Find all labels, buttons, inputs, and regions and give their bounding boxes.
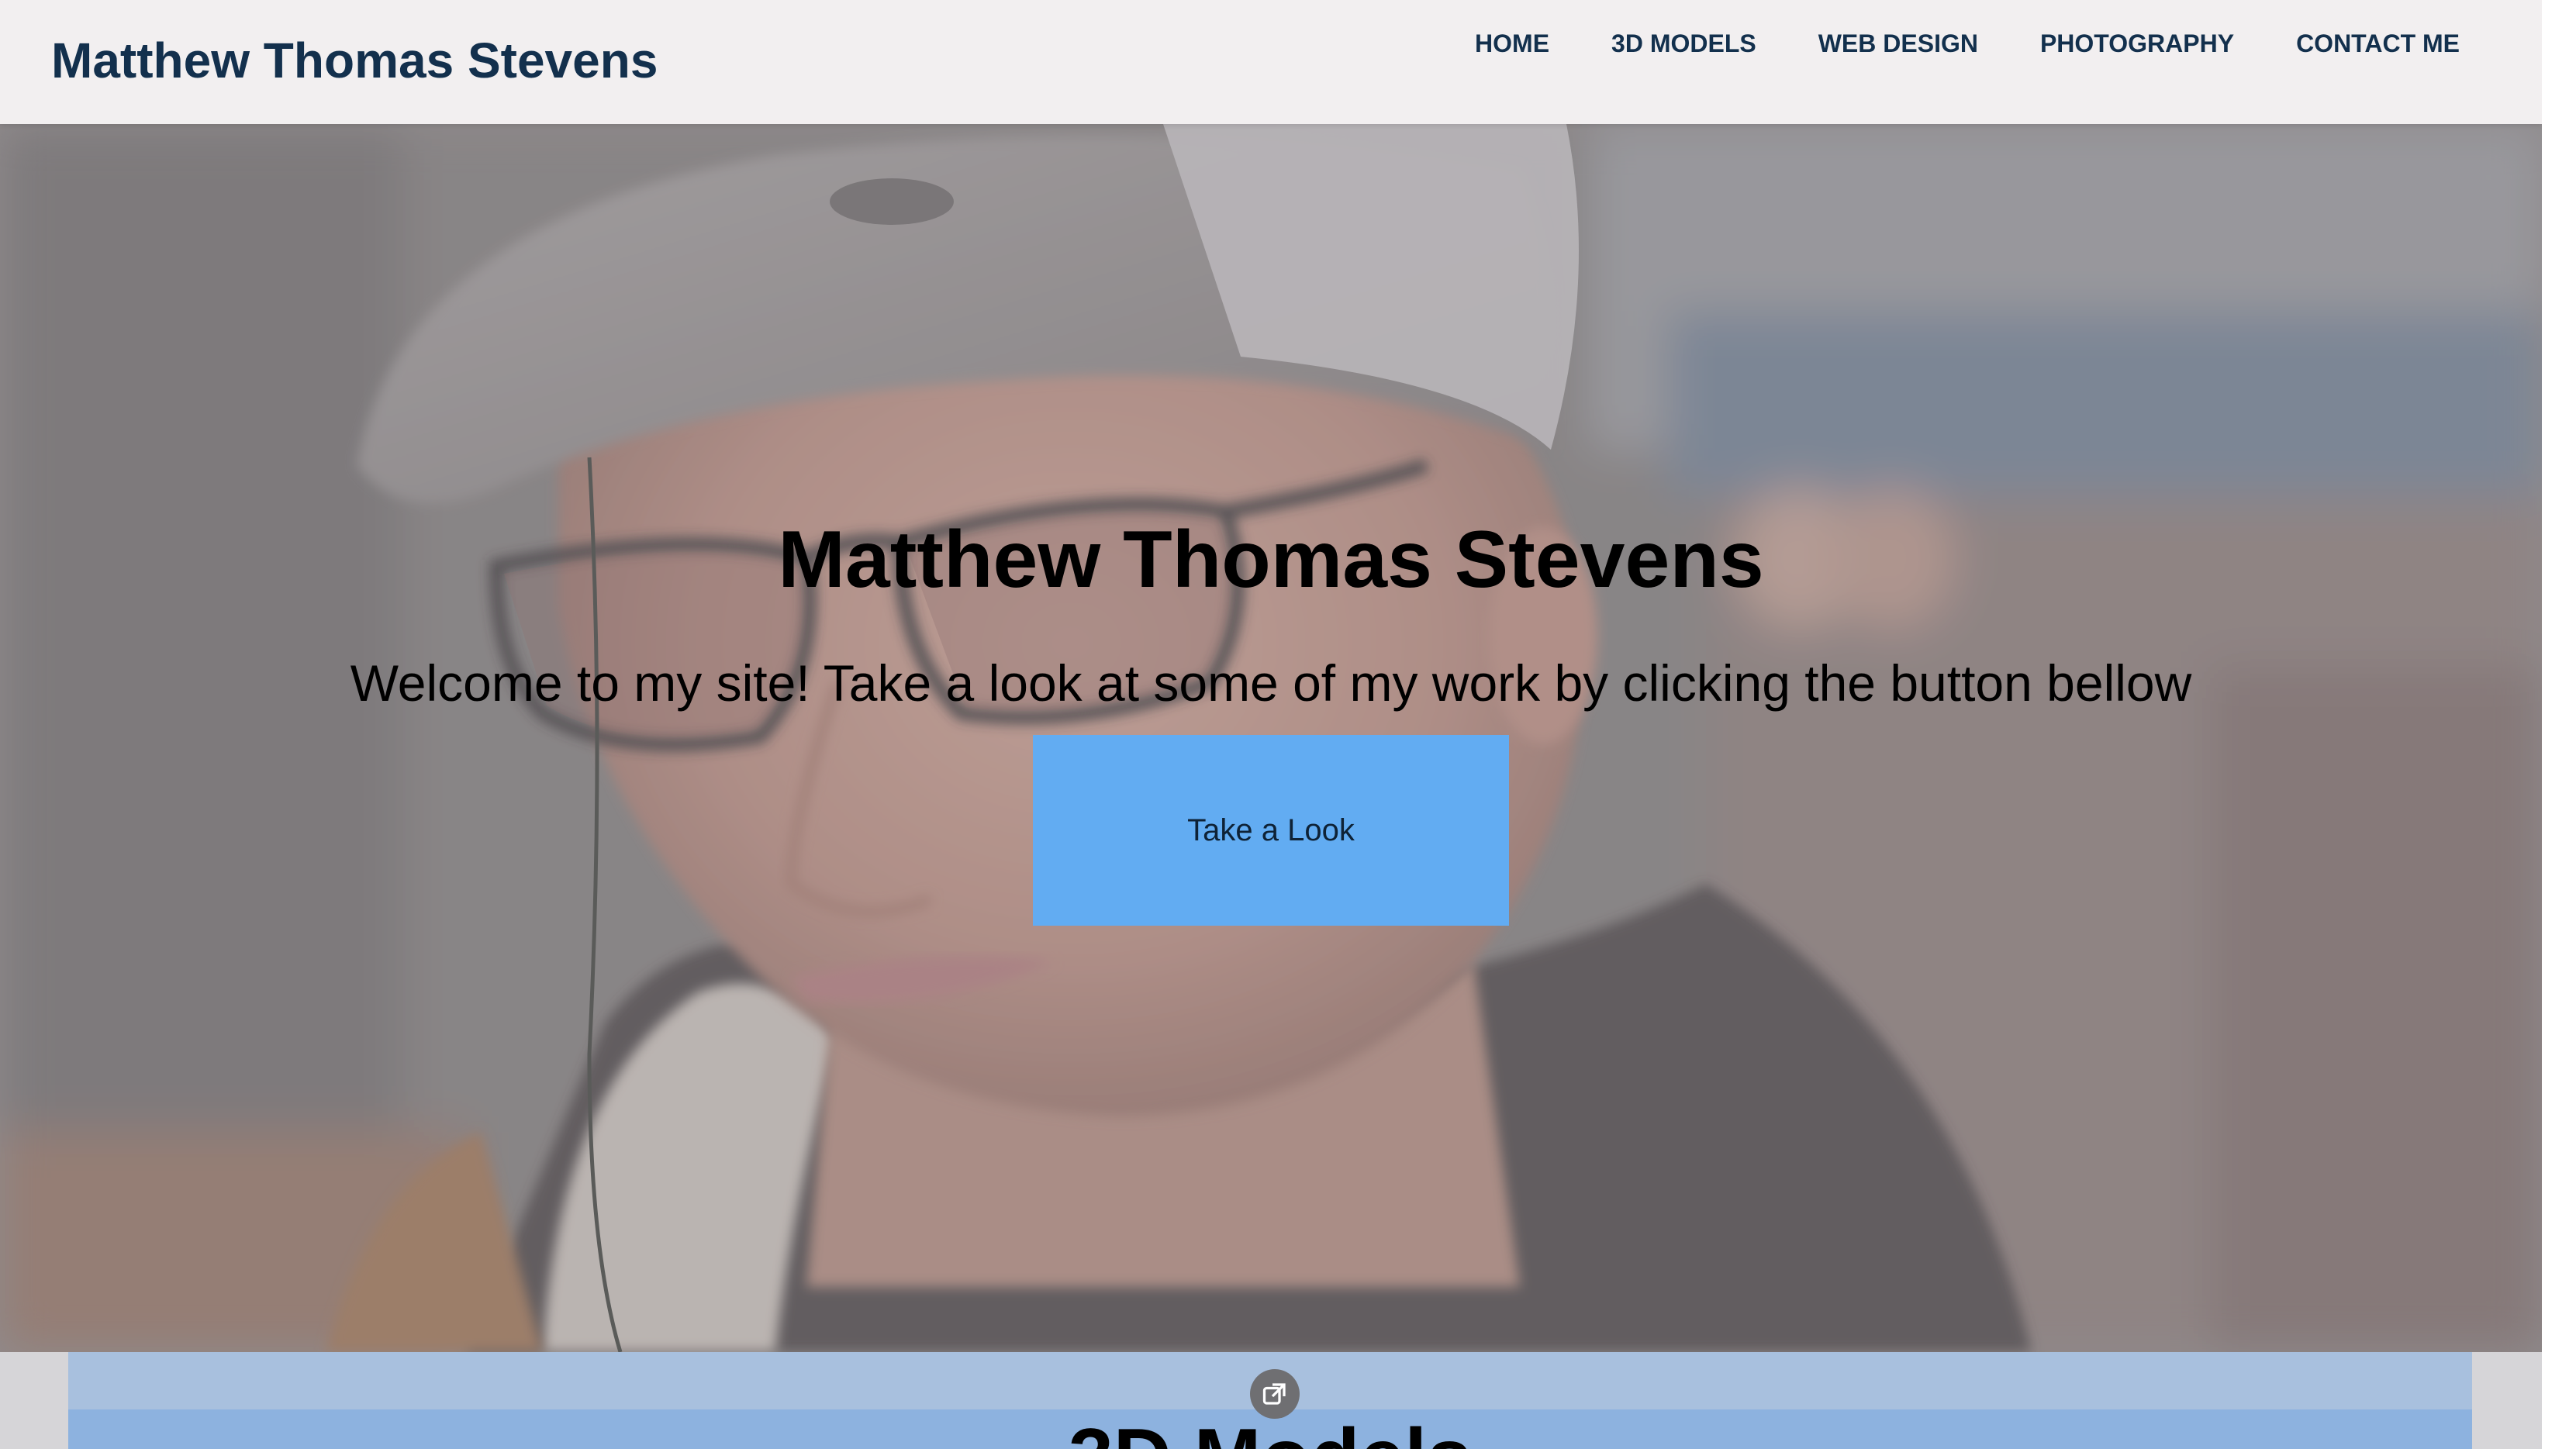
nav-home[interactable]: HOME	[1475, 26, 1549, 60]
hero-section: Matthew Thomas Stevens Welcome to my sit…	[0, 124, 2542, 1352]
popout-icon[interactable]	[1250, 1369, 1300, 1419]
popout-glyph	[1262, 1383, 1286, 1405]
site-brand[interactable]: Matthew Thomas Stevens	[51, 28, 658, 93]
nav-web-design[interactable]: WEB DESIGN	[1818, 26, 1978, 60]
nav-contact-me[interactable]: CONTACT ME	[2296, 26, 2460, 60]
scrollbar-gutter	[2542, 0, 2576, 1449]
nav-photography[interactable]: PHOTOGRAPHY	[2040, 26, 2234, 60]
hero-content: Matthew Thomas Stevens Welcome to my sit…	[0, 124, 2542, 1352]
hero-subtitle: Welcome to my site! Take a look at some …	[350, 654, 2192, 712]
nav-3d-models[interactable]: 3D MODELS	[1611, 26, 1756, 60]
hero-title: Matthew Thomas Stevens	[778, 515, 1764, 605]
page: Matthew Thomas Stevens HOME 3D MODELS WE…	[0, 0, 2576, 1449]
main-nav: HOME 3D MODELS WEB DESIGN PHOTOGRAPHY CO…	[1475, 26, 2460, 60]
site-header: Matthew Thomas Stevens HOME 3D MODELS WE…	[0, 0, 2542, 124]
take-a-look-button[interactable]: Take a Look	[1033, 735, 1509, 926]
